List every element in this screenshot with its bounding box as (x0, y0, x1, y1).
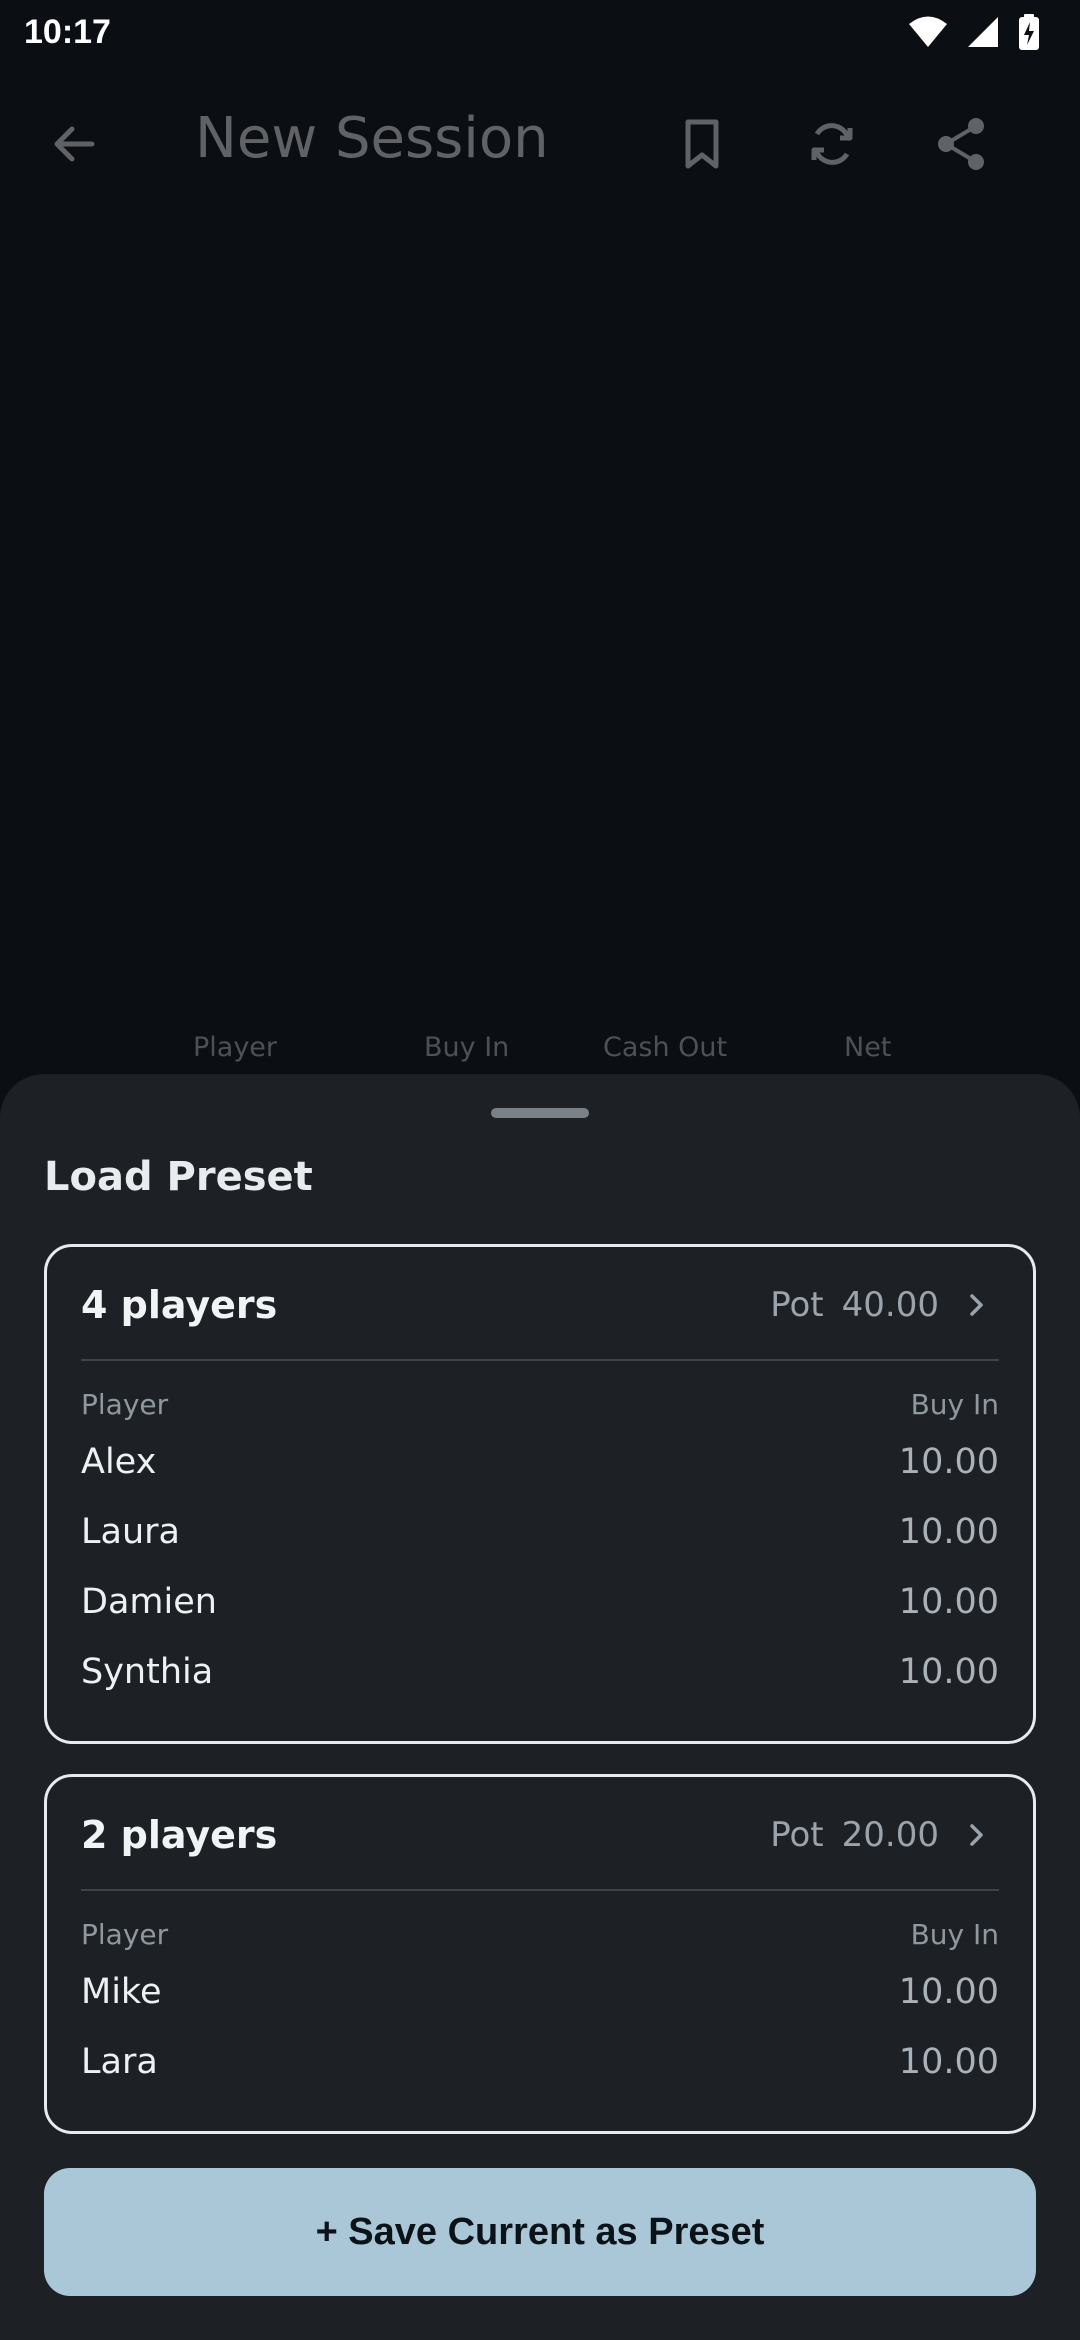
preset-pot: Pot 20.00 (770, 1815, 939, 1855)
player-name: Damien (81, 1582, 217, 1622)
battery-charging-icon (1019, 14, 1039, 50)
preset-card[interactable]: 4 players Pot 40.00 Player Buy In Alex 10… (44, 1244, 1036, 1744)
pot-value: 40.00 (841, 1285, 939, 1325)
list-item: Lara 10.00 (81, 2027, 999, 2097)
preset-player-list: Player Buy In Alex 10.00 Laura 10.00 Dam… (81, 1381, 999, 1707)
preset-header[interactable]: 2 players Pot 20.00 (81, 1777, 999, 1891)
col-buy-in: Buy In (424, 1032, 510, 1063)
preset-columns: Player Buy In (81, 1381, 999, 1427)
sheet-title: Load Preset (44, 1154, 313, 1200)
refresh-icon[interactable] (802, 114, 862, 174)
col-player-label: Player (81, 1387, 169, 1421)
chevron-right-icon[interactable] (963, 1821, 991, 1849)
preset-player-list: Player Buy In Mike 10.00 Lara 10.00 (81, 1911, 999, 2097)
drag-handle[interactable] (491, 1108, 589, 1118)
list-item: Mike 10.00 (81, 1957, 999, 2027)
player-name: Alex (81, 1442, 157, 1482)
col-buy-in-label: Buy In (910, 1917, 999, 1951)
player-buy-in: 10.00 (898, 1512, 999, 1552)
pot-value: 20.00 (841, 1815, 939, 1855)
pot-label: Pot (770, 1815, 824, 1855)
player-buy-in: 10.00 (898, 2042, 999, 2082)
col-cash-out: Cash Out (603, 1032, 728, 1063)
player-buy-in: 10.00 (898, 1652, 999, 1692)
pot-label: Pot (770, 1285, 824, 1325)
preset-card[interactable]: 2 players Pot 20.00 Player Buy In Mike 10… (44, 1774, 1036, 2134)
preset-header[interactable]: 4 players Pot 40.00 (81, 1247, 999, 1361)
table-header: Player Buy In Cash Out Net (0, 1028, 1080, 1068)
preset-player-count: 2 players (81, 1813, 278, 1857)
player-name: Synthia (81, 1652, 214, 1692)
player-name: Lara (81, 2042, 158, 2082)
player-buy-in: 10.00 (898, 1972, 999, 2012)
page-title: New Session (195, 106, 549, 171)
player-name: Laura (81, 1512, 180, 1552)
col-player: Player (193, 1032, 278, 1063)
save-preset-button[interactable]: + Save Current as Preset (44, 2168, 1036, 2296)
back-arrow-icon[interactable] (46, 116, 102, 172)
status-bar: 10:17 (0, 0, 1080, 64)
col-net: Net (844, 1032, 892, 1063)
list-item: Synthia 10.00 (81, 1637, 999, 1707)
preset-pot: Pot 40.00 (770, 1285, 939, 1325)
share-icon[interactable] (932, 114, 992, 174)
col-player-label: Player (81, 1917, 169, 1951)
status-icons (908, 14, 1040, 50)
signal-icon (968, 17, 998, 47)
load-preset-sheet: Load Preset 4 players Pot 40.00 Player Bu… (0, 1074, 1080, 2340)
status-time: 10:17 (24, 12, 111, 51)
preset-columns: Player Buy In (81, 1911, 999, 1957)
list-item: Damien 10.00 (81, 1567, 999, 1637)
preset-player-count: 4 players (81, 1283, 278, 1327)
player-name: Mike (81, 1972, 162, 2012)
list-item: Alex 10.00 (81, 1427, 999, 1497)
chevron-right-icon[interactable] (963, 1291, 991, 1319)
wifi-icon (909, 16, 947, 47)
col-buy-in-label: Buy In (910, 1387, 999, 1421)
app-bar: New Session (0, 80, 1080, 200)
bookmark-icon[interactable] (672, 114, 732, 174)
list-item: Laura 10.00 (81, 1497, 999, 1567)
player-buy-in: 10.00 (898, 1442, 999, 1482)
player-buy-in: 10.00 (898, 1582, 999, 1622)
